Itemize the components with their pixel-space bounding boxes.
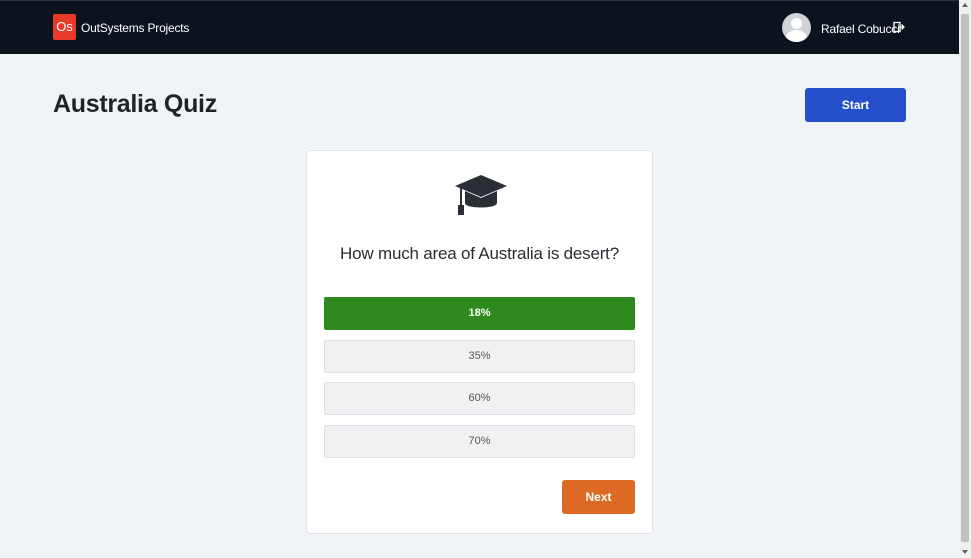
- answer-option-correct[interactable]: 18%: [324, 297, 635, 330]
- logout-icon[interactable]: [893, 21, 905, 33]
- scroll-up-arrow-icon[interactable]: [962, 3, 968, 7]
- app-logo[interactable]: Os: [53, 14, 76, 40]
- answer-option[interactable]: 35%: [324, 340, 635, 373]
- user-avatar-icon[interactable]: [782, 13, 811, 42]
- page-title: Australia Quiz: [53, 90, 217, 118]
- scroll-down-arrow-icon[interactable]: [962, 550, 968, 554]
- answer-option[interactable]: 60%: [324, 382, 635, 415]
- graduation-cap-icon: [455, 175, 507, 215]
- app-name[interactable]: OutSystems Projects: [81, 21, 189, 35]
- quiz-question: How much area of Australia is desert?: [340, 244, 619, 263]
- quiz-card: How much area of Australia is desert? 18…: [306, 150, 653, 534]
- answer-option[interactable]: 70%: [324, 425, 635, 458]
- scrollbar-thumb[interactable]: [961, 14, 969, 542]
- top-navigation-bar: Os OutSystems Projects Rafael Cobucci: [0, 0, 959, 54]
- next-button[interactable]: Next: [562, 480, 635, 514]
- start-button[interactable]: Start: [805, 88, 906, 122]
- user-name[interactable]: Rafael Cobucci: [821, 22, 900, 36]
- vertical-scrollbar[interactable]: [959, 0, 971, 558]
